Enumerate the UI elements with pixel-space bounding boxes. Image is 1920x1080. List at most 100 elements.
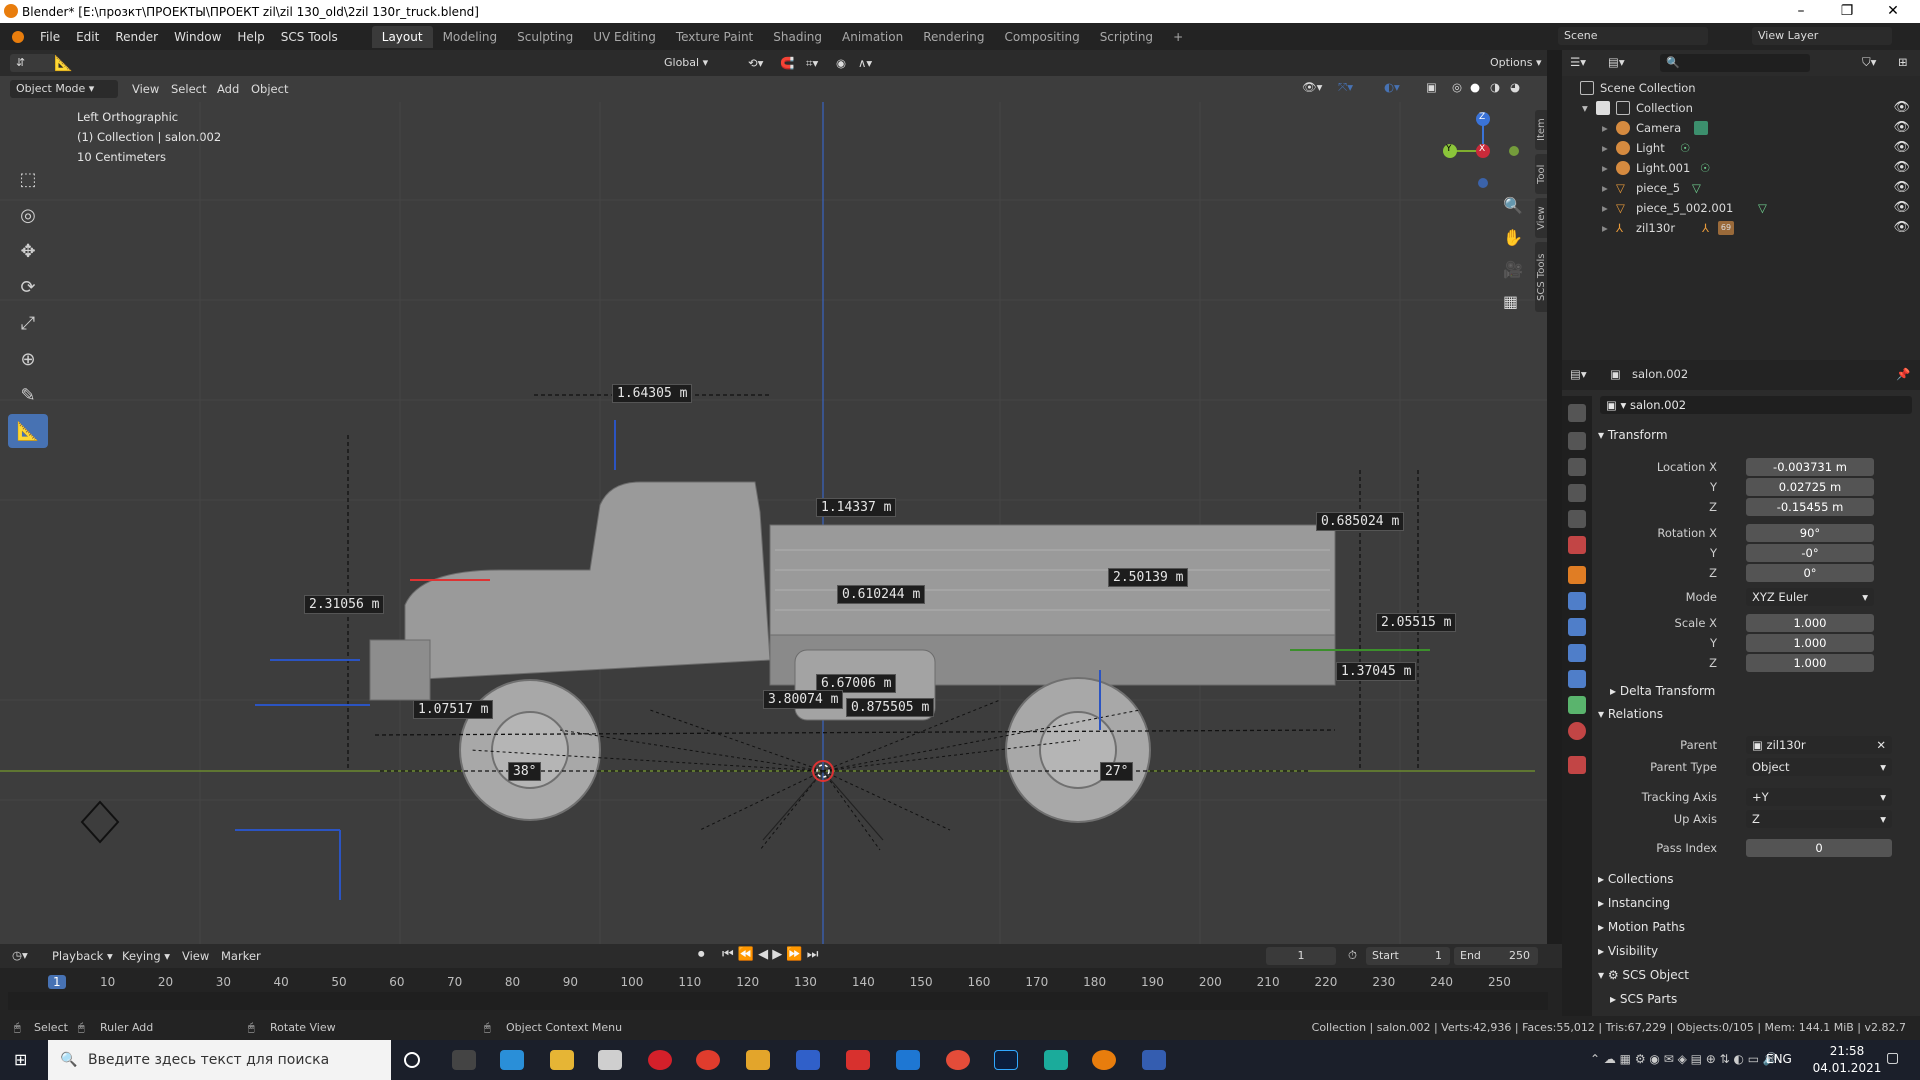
menu-edit[interactable]: Edit [68,30,107,44]
measure-label[interactable]: 0.685024 m [1316,512,1405,531]
yandex-icon[interactable] [846,1050,870,1070]
timeline-tick-label[interactable]: 180 [1083,975,1106,989]
menu-marker[interactable]: Marker [221,949,261,963]
timeline-tick-label[interactable]: 50 [331,975,346,989]
clock-date[interactable]: 04.01.2021 [1812,1061,1882,1075]
timeline-tick-label[interactable]: 120 [736,975,759,989]
outliner-scene-collection[interactable]: Scene Collection [1562,78,1920,98]
timeline-tick-label[interactable]: 200 [1199,975,1222,989]
menu-keying[interactable]: Keying ▾ [122,949,170,963]
measure-label[interactable]: 2.50139 m [1108,568,1189,587]
eye-icon[interactable]: 👁 [1893,198,1910,218]
eye-icon[interactable]: 👁 [1893,178,1910,198]
windows-start-icon[interactable]: ⊞ [14,1050,27,1069]
new-collection-icon[interactable]: ⊞ [1898,55,1908,69]
tab-texture-paint[interactable]: Texture Paint [666,26,763,48]
store-icon[interactable] [598,1050,622,1070]
menu-scs-tools[interactable]: SCS Tools [273,30,346,44]
angle-label[interactable]: 38° [508,762,542,781]
sidebar-tab-item[interactable]: Item [1535,110,1547,150]
tab-compositing[interactable]: Compositing [994,26,1089,48]
playback-controls-icon[interactable]: ⏮ ⏪ ◀ ▶ ⏩ ⏭ [722,947,818,962]
rotation-z-field[interactable]: 0° [1746,564,1874,582]
timeline-tick-label[interactable]: 230 [1372,975,1395,989]
start-frame-field[interactable]: Start 1 [1366,947,1450,965]
tool-tab-icon[interactable] [1568,404,1586,422]
photoshop-icon[interactable] [994,1050,1018,1070]
scale-x-field[interactable]: 1.000 [1746,614,1874,632]
language-indicator[interactable]: ENG [1766,1052,1792,1066]
yandex-browser-icon[interactable] [696,1050,720,1070]
angle-label[interactable]: 27° [1100,762,1134,781]
measure-label[interactable]: 0.875505 m [846,698,935,717]
eye-icon[interactable]: 👁 [1893,158,1910,178]
checkbox-icon[interactable] [1596,101,1610,115]
filter-icon[interactable]: ⛉▾ [1862,55,1876,70]
blender-menu-icon[interactable] [12,30,24,43]
sidebar-tab-scs-tools[interactable]: SCS Tools [1535,242,1547,312]
measure-label[interactable]: 1.14337 m [816,498,897,517]
location-x-field[interactable]: -0.003731 m [1746,458,1874,476]
timeline-tick-label[interactable]: 140 [852,975,875,989]
outliner-item-zil130r[interactable]: ▸ ⅄ zil130r ⅄ 69 👁 [1562,218,1920,238]
measure-label[interactable]: 2.31056 m [304,595,385,614]
view-layer-tab-icon[interactable] [1568,484,1586,502]
add-workspace-button[interactable]: + [1163,26,1193,48]
timeline-tick-label[interactable]: 70 [447,975,462,989]
visibility-panel-header[interactable]: ▸ Visibility [1598,944,1658,958]
physics-tab-icon[interactable] [1568,644,1586,662]
notifications-icon[interactable]: ▢ [1886,1050,1899,1066]
parent-type-dropdown[interactable]: Object ▾ [1746,758,1892,776]
scs-parts-panel-header[interactable]: ▸ SCS Parts [1610,992,1677,1006]
measure-label[interactable]: 1.07517 m [413,700,494,719]
tab-animation[interactable]: Animation [832,26,913,48]
expand-arrow-icon[interactable]: ▾ [1582,98,1588,118]
maximize-button[interactable]: ❐ [1824,0,1870,23]
transform-panel-header[interactable]: ▾ Transform [1598,428,1668,442]
timeline-tick-label[interactable]: 220 [1315,975,1338,989]
outliner-item-piece-5[interactable]: ▸ ▽ piece_5 ▽ 👁 [1562,178,1920,198]
timeline-track[interactable] [8,992,1548,1010]
menu-help[interactable]: Help [229,30,272,44]
record-icon[interactable]: ⏺ [698,947,705,962]
timeline-tick-label[interactable]: 90 [563,975,578,989]
tracking-axis-dropdown[interactable]: +Y ▾ [1746,788,1892,806]
output-tab-icon[interactable] [1568,458,1586,476]
tab-scripting[interactable]: Scripting [1090,26,1163,48]
timeline-tick-label[interactable]: 20 [158,975,173,989]
outliner-item-light[interactable]: ▸ Light ☉ 👁 [1562,138,1920,158]
cortana-icon[interactable] [404,1052,420,1068]
motion-paths-panel-header[interactable]: ▸ Motion Paths [1598,920,1685,934]
view-layer-selector[interactable]: View Layer [1752,27,1892,45]
eye-icon[interactable]: 👁 [1893,98,1910,118]
timeline-tick-label[interactable]: 160 [968,975,991,989]
timeline-editor-type-icon[interactable]: ◷▾ [12,948,28,962]
clock-icon[interactable]: ⏱ [1348,948,1357,963]
explorer-icon[interactable] [550,1050,574,1070]
measure-label[interactable]: 1.37045 m [1336,662,1417,681]
tab-layout[interactable]: Layout [371,25,433,48]
zoom-icon[interactable]: 🔍 [1503,196,1523,215]
taskbar-search-input[interactable]: 🔍 Введите здесь текст для поиска [48,1040,391,1080]
menu-file[interactable]: File [32,30,68,44]
eye-icon[interactable]: 👁 [1893,118,1910,138]
pan-hand-icon[interactable]: ✋ [1503,228,1523,247]
world-tab-icon[interactable] [1568,536,1586,554]
task-view-icon[interactable] [452,1050,476,1070]
outliner-item-piece-5-002[interactable]: ▸ ▽ piece_5_002.001 ▽ 👁 [1562,198,1920,218]
gizmo-x-label[interactable]: X [1479,144,1485,154]
menu-timeline-view[interactable]: View [182,949,209,963]
pass-index-field[interactable]: 0 [1746,839,1892,857]
scs-object-panel-header[interactable]: ▾ ⚙ SCS Object [1598,968,1689,982]
pin-icon[interactable]: 📌 [1896,367,1910,381]
data-tab-icon[interactable] [1568,696,1586,714]
display-mode-icon[interactable]: ▤▾ [1608,55,1625,69]
camera-view-icon[interactable]: 🎥 [1503,260,1523,279]
eye-icon[interactable]: 👁 [1893,218,1910,238]
material-tab-icon[interactable] [1568,722,1586,740]
measure-label[interactable]: 2.05515 m [1376,613,1457,632]
tab-uv-editing[interactable]: UV Editing [583,26,666,48]
close-button[interactable]: ✕ [1870,0,1916,23]
outliner-item-camera[interactable]: ▸ Camera 👁 [1562,118,1920,138]
menu-render[interactable]: Render [107,30,166,44]
